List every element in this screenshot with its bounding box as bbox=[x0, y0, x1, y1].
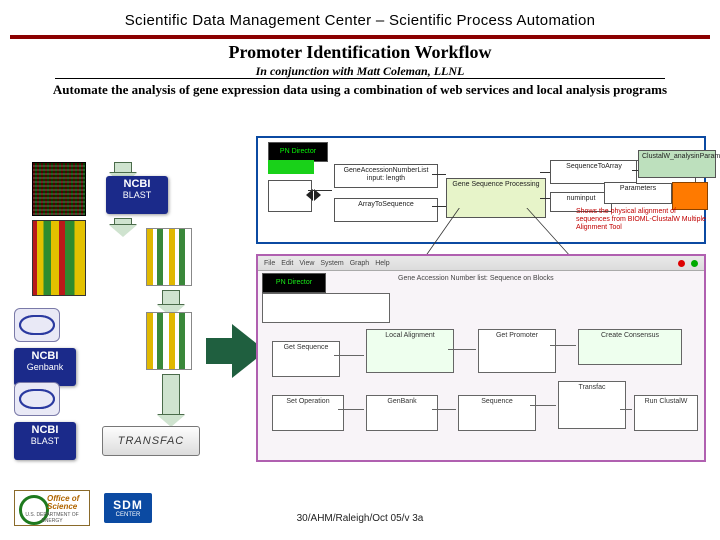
clustalw-block: ClustalW_analysinParam bbox=[638, 150, 716, 178]
pipeline-column: NCBI BLAST NCBI Genbank NCBI BLAST TRANS… bbox=[14, 162, 244, 462]
wf-block: Run ClustalW bbox=[634, 395, 698, 431]
dna-icon bbox=[14, 308, 60, 342]
workflow-toolbar: File Edit View System Graph Help bbox=[258, 256, 704, 271]
array-to-sequence-block: ArrayToSequence bbox=[334, 198, 438, 222]
status-dot-icon bbox=[691, 260, 698, 267]
title-underline bbox=[55, 78, 665, 79]
arrow-down-icon bbox=[162, 374, 180, 416]
wf-block: Create Consensus bbox=[578, 329, 682, 365]
workflow-top-panel: PN Director GeneAccessionNumberList inpu… bbox=[256, 136, 706, 244]
connector-line bbox=[308, 190, 332, 191]
blast-label: BLAST bbox=[14, 437, 76, 446]
menu-item: File bbox=[264, 260, 275, 267]
header-text: Scientific Data Management Center – Scie… bbox=[125, 12, 596, 29]
blast-label: BLAST bbox=[106, 191, 168, 200]
connector-line bbox=[620, 409, 632, 410]
pn-director-block: PN Director bbox=[268, 142, 328, 162]
heatmap-thumb bbox=[32, 220, 86, 296]
sequence-to-array-block: SequenceToArray bbox=[550, 160, 638, 184]
connector-line bbox=[550, 345, 576, 346]
gene-accession-block: GeneAccessionNumberList input: length bbox=[334, 164, 438, 188]
slide-title: Promoter Identification Workflow bbox=[0, 42, 720, 63]
connector-line bbox=[432, 206, 446, 207]
ncbi-label: NCBI bbox=[106, 179, 168, 191]
alignment-thumb-2 bbox=[146, 312, 192, 370]
connector-line bbox=[540, 198, 550, 199]
menu-item: Graph bbox=[350, 260, 369, 267]
wf-block: Transfac bbox=[558, 381, 626, 429]
connector-line bbox=[632, 170, 638, 171]
wf-block: Sequence bbox=[458, 395, 536, 431]
menu-item: View bbox=[299, 260, 314, 267]
menu-item: System bbox=[320, 260, 343, 267]
param-block bbox=[268, 160, 314, 174]
parameters-block: Parameters bbox=[604, 182, 672, 204]
menu-item: Edit bbox=[281, 260, 293, 267]
microarray-thumb bbox=[32, 162, 86, 216]
wf-block: GenBank bbox=[366, 395, 438, 431]
connector-line bbox=[448, 349, 476, 350]
ncbi-genbank-badge: NCBI Genbank bbox=[14, 348, 76, 386]
arrow-down-icon bbox=[162, 290, 180, 306]
wf-block: Local Alignment bbox=[366, 329, 454, 373]
arrow-down-icon bbox=[114, 162, 132, 174]
arrow-down-icon bbox=[114, 218, 132, 226]
connector-line bbox=[432, 409, 456, 410]
ncbi-label: NCBI bbox=[14, 425, 76, 437]
connector-line bbox=[432, 174, 446, 175]
ncbi-blast-badge: NCBI BLAST bbox=[106, 176, 168, 214]
param-strip bbox=[262, 293, 390, 323]
menu-item: Help bbox=[375, 260, 389, 267]
annotation-note: Shows the physical alignment of sequence… bbox=[576, 208, 706, 232]
alignment-thumb-1 bbox=[146, 228, 192, 286]
slide-blurb: Automate the analysis of gene expression… bbox=[20, 82, 700, 98]
diagram-label: Gene Accession Number list: Sequence on … bbox=[398, 275, 558, 282]
slide-subtitle: In conjunction with Matt Coleman, LLNL bbox=[0, 64, 720, 79]
output-block bbox=[672, 182, 708, 210]
dna-icon bbox=[14, 382, 60, 416]
sdm-text: SDM bbox=[113, 498, 143, 512]
workflow-bottom-panel: File Edit View System Graph Help PN Dire… bbox=[256, 254, 706, 462]
connector-line bbox=[338, 409, 364, 410]
ncbi-label: NCBI bbox=[14, 351, 76, 363]
footer-text: 30/AHM/Raleigh/Oct 05/v 3a bbox=[0, 513, 720, 524]
wf-block: Set Operation bbox=[272, 395, 344, 431]
connector-line bbox=[530, 405, 556, 406]
genbank-label: Genbank bbox=[14, 363, 76, 372]
wf-block: Get Promoter bbox=[478, 329, 556, 373]
pn-director-block: PN Director bbox=[262, 273, 326, 293]
ncbi-blast-badge-2: NCBI BLAST bbox=[14, 422, 76, 460]
transfac-badge: TRANSFAC bbox=[102, 426, 200, 456]
status-dot-icon bbox=[678, 260, 685, 267]
source-block bbox=[268, 180, 312, 212]
wf-block: Get Sequence bbox=[272, 341, 340, 377]
connector-line bbox=[540, 172, 550, 173]
connector-line bbox=[334, 355, 364, 356]
header-bar: Scientific Data Management Center – Scie… bbox=[10, 5, 710, 39]
